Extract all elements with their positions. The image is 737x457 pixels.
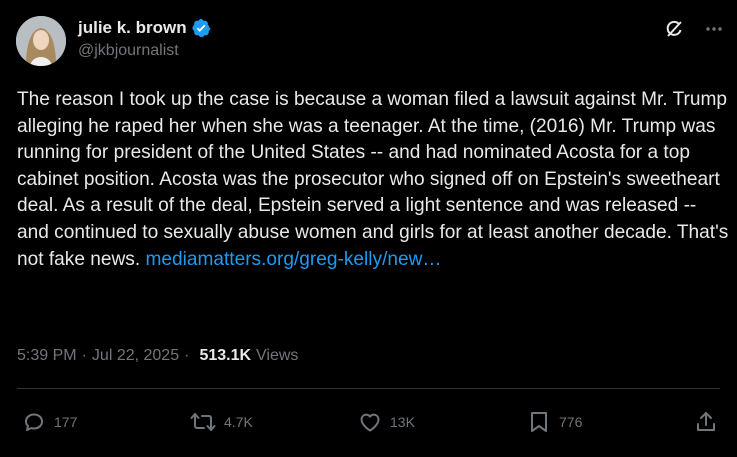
- views-count[interactable]: 513.1K: [199, 347, 251, 365]
- verified-badge-icon: [191, 18, 211, 38]
- meta-separator: ·: [81, 347, 87, 364]
- views-label: Views: [256, 347, 299, 364]
- author-block: julie k. brown @jkbjournalist: [78, 17, 211, 60]
- like-icon: [360, 413, 380, 432]
- like-count: 13K: [390, 414, 415, 430]
- like-button[interactable]: 13K: [358, 410, 415, 434]
- post-top-actions: [663, 18, 725, 40]
- post-time[interactable]: 5:39 PM: [17, 347, 77, 365]
- bookmark-button[interactable]: 776: [527, 410, 582, 434]
- share-icon: [697, 412, 715, 431]
- divider: [17, 388, 720, 389]
- reply-count: 177: [54, 414, 78, 430]
- more-icon[interactable]: [703, 18, 725, 40]
- repost-button[interactable]: 4.7K: [190, 410, 253, 434]
- avatar[interactable]: [16, 16, 66, 66]
- post-date[interactable]: Jul 22, 2025: [92, 347, 179, 365]
- post-link[interactable]: mediamatters.org/greg-kelly/new…: [145, 249, 441, 270]
- author-handle[interactable]: @jkbjournalist: [78, 42, 211, 60]
- meta-separator: ·: [184, 347, 190, 364]
- reply-icon: [25, 413, 43, 431]
- grok-icon[interactable]: [663, 18, 685, 40]
- author-name[interactable]: julie k. brown: [78, 18, 187, 38]
- post-body: The reason I took up the case is because…: [17, 89, 729, 270]
- post-meta: 5:39 PM · Jul 22, 2025 · 513.1K Views: [17, 347, 298, 365]
- reply-button[interactable]: 177: [22, 410, 77, 434]
- bookmark-icon: [531, 412, 547, 432]
- repost-icon: [190, 413, 216, 431]
- share-button[interactable]: [694, 410, 718, 434]
- post-text: The reason I took up the case is because…: [17, 87, 729, 273]
- action-bar: 177 4.7K 13K 776: [22, 410, 719, 438]
- bookmark-count: 776: [559, 414, 583, 430]
- repost-count: 4.7K: [224, 414, 253, 430]
